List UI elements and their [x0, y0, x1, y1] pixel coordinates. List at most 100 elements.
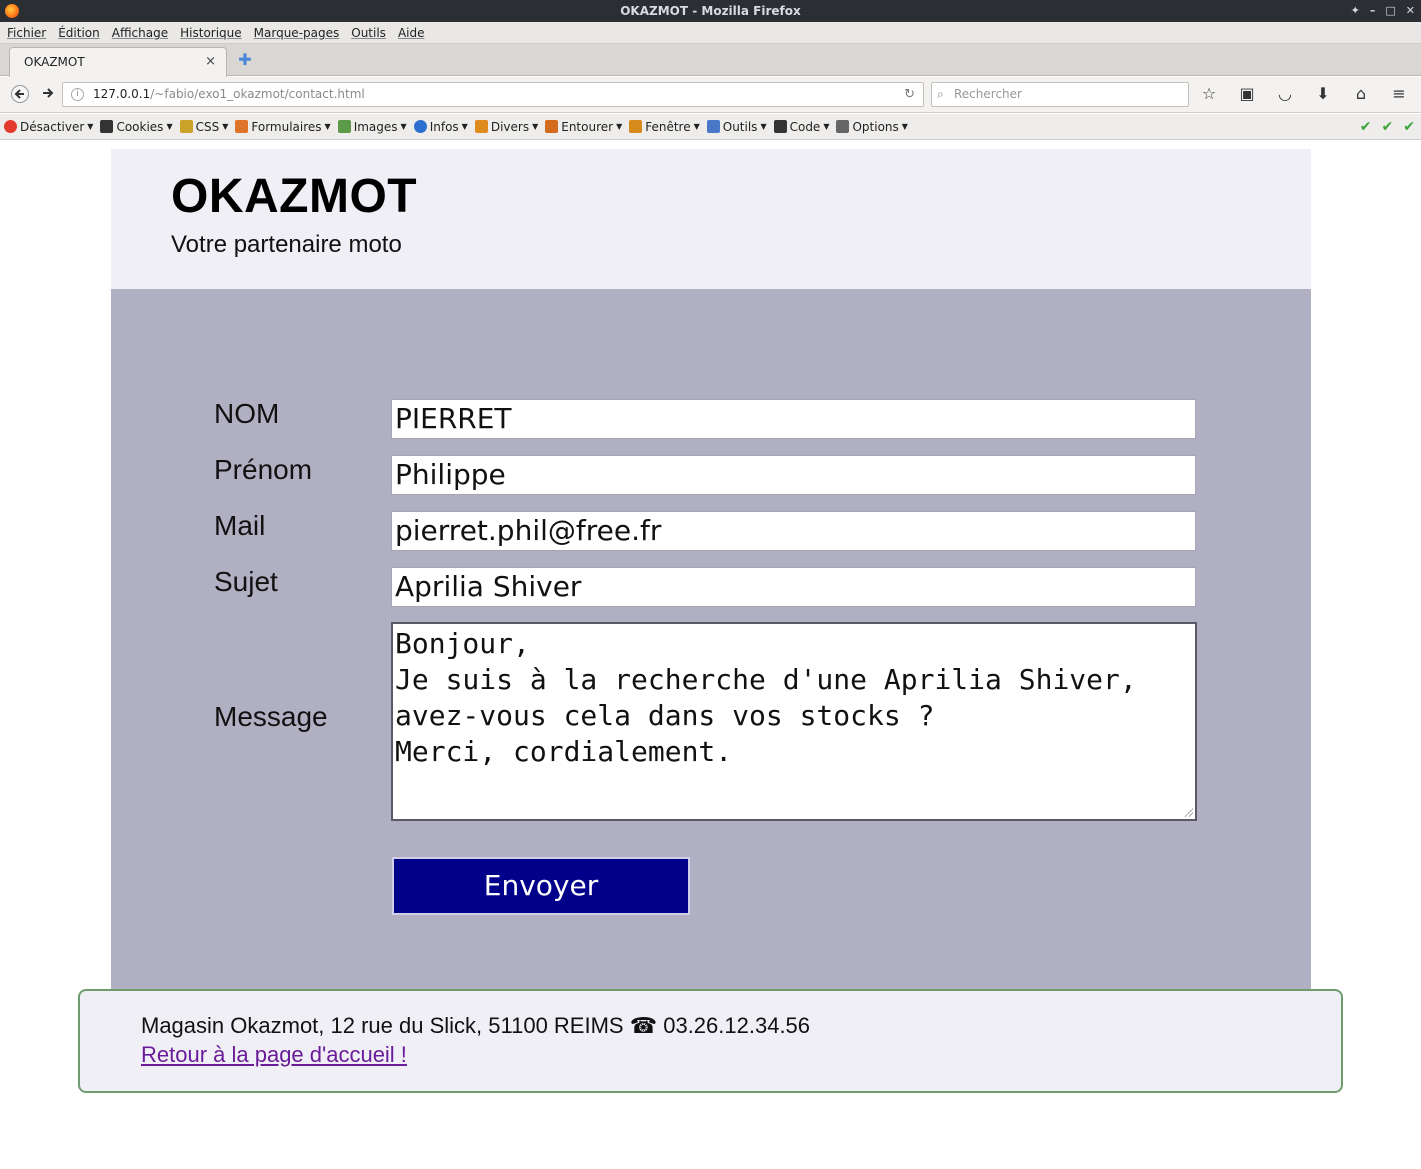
dev-infos[interactable]: Infos ▼: [413, 114, 468, 139]
sujet-label: Sujet: [214, 566, 278, 597]
caret-down-icon: ▼: [324, 121, 331, 131]
check-icon[interactable]: ✔: [1382, 114, 1394, 140]
dev-entourer[interactable]: Entourer ▼: [545, 114, 622, 139]
dev-divers[interactable]: Divers ▼: [474, 114, 538, 139]
forward-arrow-icon[interactable]: [38, 85, 58, 105]
window-title: OKAZMOT - Mozilla Firefox: [620, 4, 801, 18]
search-icon: ⌕: [937, 87, 944, 101]
envoyer-button[interactable]: Envoyer: [392, 857, 690, 915]
forms-icon: [235, 120, 249, 133]
mail-field[interactable]: pierret.phil@free.fr: [391, 511, 1196, 551]
mail-label: Mail: [214, 510, 266, 541]
home-icon[interactable]: ⌂: [1350, 84, 1372, 103]
dev-options[interactable]: Options ▼: [836, 114, 908, 139]
firefox-logo-icon: [5, 4, 19, 18]
site-header: OKAZMOT Votre partenaire moto: [111, 149, 1311, 289]
resize-grip-icon[interactable]: [1183, 807, 1193, 817]
tab-okazmot[interactable]: OKAZMOT ×: [9, 47, 227, 77]
dev-css[interactable]: CSS ▼: [179, 114, 229, 139]
site-footer: Magasin Okazmot, 12 rue du Slick, 51100 …: [78, 989, 1343, 1093]
dev-label: CSS: [195, 119, 220, 134]
window-controls: ✦ – □ ✕: [1351, 0, 1415, 22]
menu-icon[interactable]: ≡: [1388, 84, 1410, 103]
caret-down-icon: ▼: [87, 121, 94, 131]
code-icon: [773, 120, 787, 133]
dev-outils[interactable]: Outils ▼: [706, 114, 767, 139]
reload-icon[interactable]: ↻: [904, 83, 915, 106]
prenom-label: Prénom: [214, 454, 313, 485]
options-icon: [836, 120, 850, 133]
dev-label: Outils: [722, 119, 758, 134]
dev-formulaires[interactable]: Formulaires ▼: [235, 114, 331, 139]
site-info-icon[interactable]: i: [71, 88, 84, 101]
caret-down-icon: ▼: [760, 121, 767, 131]
menu-marque-pages[interactable]: Marque-pages: [254, 22, 340, 43]
window-titlebar: OKAZMOT - Mozilla Firefox ✦ – □ ✕: [0, 0, 1421, 22]
check-icon[interactable]: ✔: [1403, 114, 1415, 140]
site-tagline: Votre partenaire moto: [171, 231, 402, 258]
dev-label: Images: [353, 119, 398, 134]
menu-fichier[interactable]: Fichier: [7, 22, 46, 43]
url-path: /~fabio/exo1_okazmot/contact.html: [150, 87, 365, 101]
new-tab-icon[interactable]: ✚: [236, 50, 254, 70]
pin-window-icon[interactable]: ✦: [1351, 0, 1360, 22]
close-window-icon[interactable]: ✕: [1406, 0, 1415, 22]
toolbar-icons: ☆ ▣ ◡ ⬇ ⌂ ≡: [1198, 84, 1410, 103]
download-icon[interactable]: ⬇: [1312, 84, 1334, 103]
navigation-bar: i 127.0.0.1/~fabio/exo1_okazmot/contact.…: [0, 77, 1421, 113]
page-viewport: OKAZMOT Votre partenaire moto NOM PIERRE…: [0, 140, 1421, 1169]
nom-label: NOM: [214, 398, 280, 429]
dev-label: Options: [852, 119, 899, 134]
dev-code[interactable]: Code ▼: [773, 114, 830, 139]
dev-fenetre[interactable]: Fenêtre ▼: [629, 114, 700, 139]
maximize-window-icon[interactable]: □: [1385, 0, 1395, 22]
caret-down-icon: ▼: [400, 121, 407, 131]
caret-down-icon: ▼: [461, 121, 468, 131]
dev-label: Entourer: [561, 119, 614, 134]
menu-bar: Fichier Édition Affichage Historique Mar…: [0, 22, 1421, 44]
info-icon: [413, 120, 427, 133]
footer-address: Magasin Okazmot, 12 rue du Slick, 51100 …: [141, 1013, 811, 1038]
dev-desactiver[interactable]: Désactiver ▼: [4, 114, 93, 139]
validation-status: ✔ ✔ ✔: [1360, 114, 1415, 140]
home-link[interactable]: Retour à la page d'accueil !: [141, 1042, 407, 1068]
search-input[interactable]: ⌕ Rechercher: [931, 82, 1189, 107]
dev-label: Formulaires: [251, 119, 322, 134]
cookie-icon: [100, 120, 114, 133]
caret-down-icon: ▼: [823, 121, 830, 131]
caret-down-icon: ▼: [901, 121, 908, 131]
dev-images[interactable]: Images ▼: [337, 114, 407, 139]
url-bar[interactable]: i 127.0.0.1/~fabio/exo1_okazmot/contact.…: [62, 82, 924, 107]
dev-label: Désactiver: [20, 119, 85, 134]
pocket-icon[interactable]: ◡: [1274, 84, 1296, 103]
menu-historique[interactable]: Historique: [180, 22, 242, 43]
minimize-window-icon[interactable]: –: [1370, 0, 1376, 22]
tools-icon: [706, 120, 720, 133]
tab-close-icon[interactable]: ×: [205, 48, 216, 76]
caret-down-icon: ▼: [693, 121, 700, 131]
menu-affichage[interactable]: Affichage: [112, 22, 168, 43]
back-arrow-icon[interactable]: [10, 85, 30, 105]
nom-field[interactable]: PIERRET: [391, 399, 1196, 439]
message-textarea[interactable]: Bonjour, Je suis à la recherche d'une Ap…: [391, 622, 1197, 821]
dev-cookies[interactable]: Cookies ▼: [100, 114, 173, 139]
check-icon[interactable]: ✔: [1360, 114, 1372, 140]
clipboard-icon[interactable]: ▣: [1236, 84, 1258, 103]
prenom-field[interactable]: Philippe: [391, 455, 1196, 495]
dev-label: Divers: [490, 119, 530, 134]
menu-aide[interactable]: Aide: [398, 22, 425, 43]
star-icon[interactable]: ☆: [1198, 84, 1220, 103]
css-icon: [179, 120, 193, 133]
sujet-field[interactable]: Aprilia Shiver: [391, 567, 1196, 607]
disable-icon: [4, 120, 17, 133]
caret-down-icon: ▼: [222, 121, 229, 131]
dev-label: Fenêtre: [645, 119, 691, 134]
dev-label: Cookies: [116, 119, 164, 134]
search-placeholder: Rechercher: [954, 87, 1022, 101]
menu-outils[interactable]: Outils: [351, 22, 386, 43]
caret-down-icon: ▼: [616, 121, 623, 131]
menu-edition[interactable]: Édition: [58, 22, 100, 43]
contact-form: NOM PIERRET Prénom Philippe Mail pierret…: [111, 289, 1311, 989]
message-label: Message: [214, 701, 328, 732]
url-host: 127.0.0.1: [93, 87, 151, 101]
